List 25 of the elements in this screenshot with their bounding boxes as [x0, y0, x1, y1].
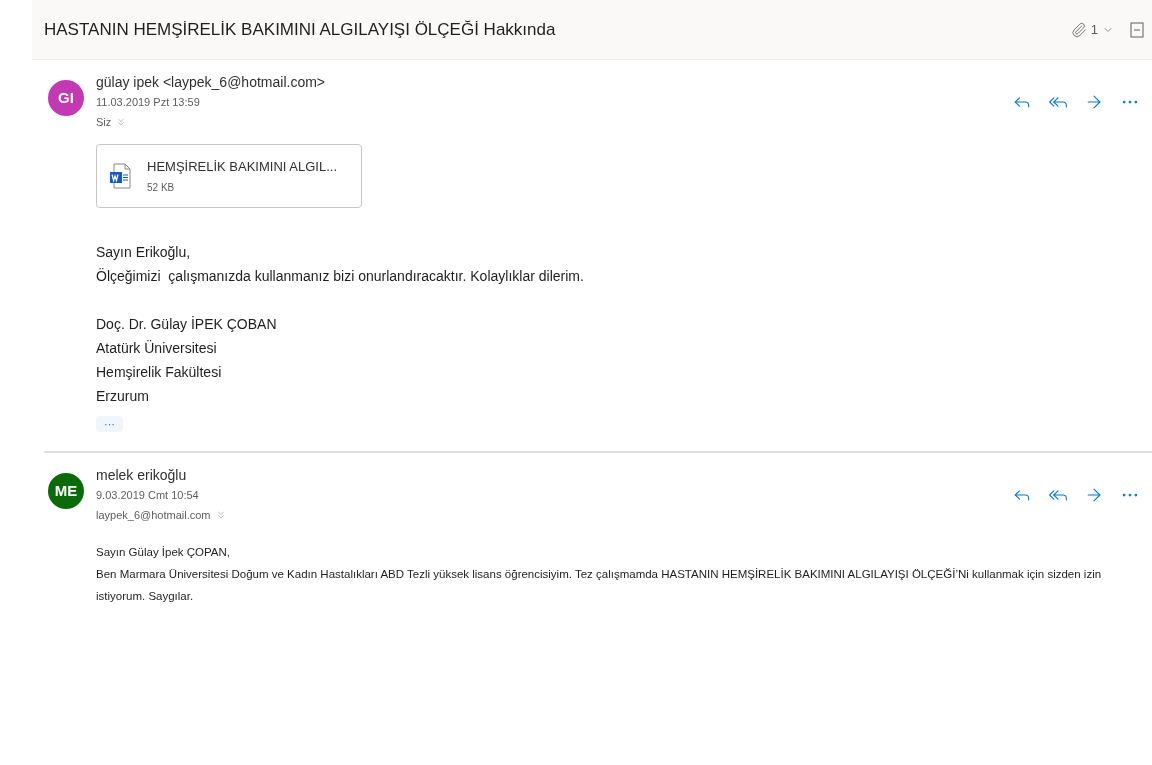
- avatar: GI: [48, 80, 84, 116]
- recipient: Siz: [96, 115, 112, 130]
- attachment-name: HEMŞİRELİK BAKIMINI ALGIL...: [147, 157, 337, 176]
- message-text: Ölçeğimizi çalışmanızda kullanmanız bizi onurlandıracaktır. Kolaylıklar dilerim.: [96, 267, 585, 286]
- word-document-icon: [109, 163, 131, 189]
- message-text: Hemşirelik Fakültesi: [96, 363, 223, 382]
- attachment-size: 52 KB: [147, 181, 176, 196]
- message-text: Ben Marmara Üniversitesi Doğum ve Kadın Hastalıkları ABD Tezli yüksek lisans öğrencisiyim. Tez çalışmamda HASTANIN HEMŞİRELİK BAKIMINI ALGILAYIŞI ÖLÇEĞİ’Ni kullanmak için sizden izin istiyorum. Saygılar.: [96, 567, 1103, 604]
- paperclip-icon: [1070, 21, 1087, 38]
- message-date: 9.03.2019 Cmt 10:54: [96, 488, 200, 503]
- message-text: Sayın Gülay İpek ÇOPAN,: [96, 545, 231, 560]
- collapse-icon[interactable]: [1130, 21, 1144, 38]
- message-text: Atatürk Üniversitesi: [96, 339, 218, 358]
- sender-name: melek erikoğlu: [96, 466, 188, 485]
- show-more-button[interactable]: ···: [96, 416, 123, 432]
- message-text: Sayın Erikoğlu,: [96, 243, 192, 262]
- message-date: 11.03.2019 Pzt 13:59: [96, 95, 201, 110]
- recipient: laypek_6@hotmail.com: [96, 508, 211, 523]
- message-text: Doç. Dr. Gülay İPEK ÇOBAN: [96, 315, 278, 334]
- attachment-card[interactable]: HEMŞİRELİK BAKIMINI ALGIL... 52 KB: [96, 144, 362, 208]
- avatar: ME: [48, 473, 84, 509]
- subject-title: HASTANIN HEMŞİRELİK BAKIMINI ALGILAYIŞI ÖLÇEĞİ Hakkında: [44, 18, 556, 41]
- sender-name: gülay ipek <laypek_6@hotmail.com>: [96, 73, 325, 92]
- attachment-count: 1: [1090, 20, 1098, 39]
- message-text: Erzurum: [96, 387, 150, 406]
